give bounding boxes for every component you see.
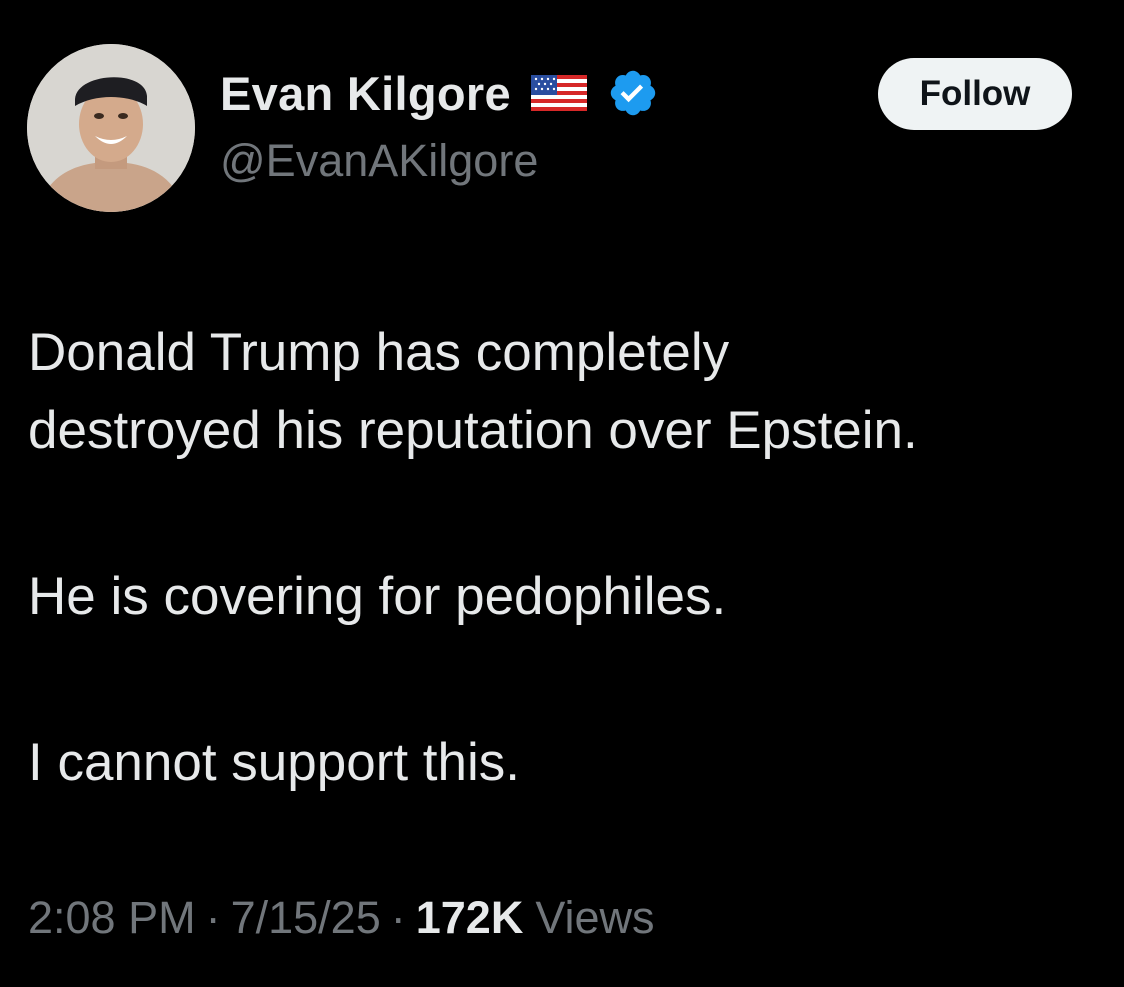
author-handle[interactable]: @EvanAKilgore <box>220 135 538 187</box>
views-count[interactable]: 172K <box>416 892 524 944</box>
meta-separator: · <box>390 892 406 943</box>
tweet-text-line: He is covering for pedophiles. <box>28 567 727 626</box>
follow-button[interactable]: Follow <box>878 58 1072 130</box>
author-display-name[interactable]: Evan Kilgore <box>220 66 511 121</box>
us-flag-icon <box>530 75 587 111</box>
meta-separator: · <box>205 892 221 943</box>
author-name-row: Evan Kilgore <box>220 64 659 122</box>
views-label: Views <box>535 892 655 943</box>
tweet-time[interactable]: 2:08 PM <box>28 892 196 944</box>
tweet-text-line: destroyed his reputation over Epstein. <box>28 401 918 460</box>
tweet-text: Donald Trump has completely destroyed hi… <box>28 314 1108 802</box>
avatar[interactable] <box>27 44 195 212</box>
tweet-text-line: I cannot support this. <box>28 733 521 792</box>
verified-badge-icon[interactable] <box>607 67 659 119</box>
avatar-photo <box>27 44 195 212</box>
tweet-date[interactable]: 7/15/25 <box>231 892 381 944</box>
tweet-meta: 2:08 PM · 7/15/25 · 172K Views <box>28 892 655 944</box>
tweet-text-line: Donald Trump has completely <box>28 323 730 382</box>
